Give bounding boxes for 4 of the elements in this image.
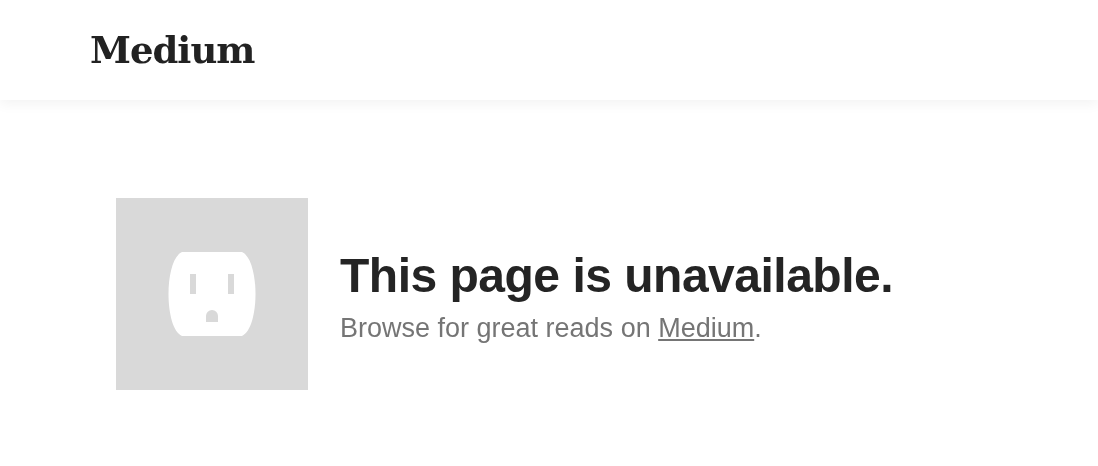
message-text: Browse for great reads on Medium. xyxy=(340,313,763,344)
logo[interactable]: Medium xyxy=(90,28,255,72)
medium-link[interactable]: Medium xyxy=(658,313,755,343)
page-title: This page is unavailable. xyxy=(340,248,894,303)
